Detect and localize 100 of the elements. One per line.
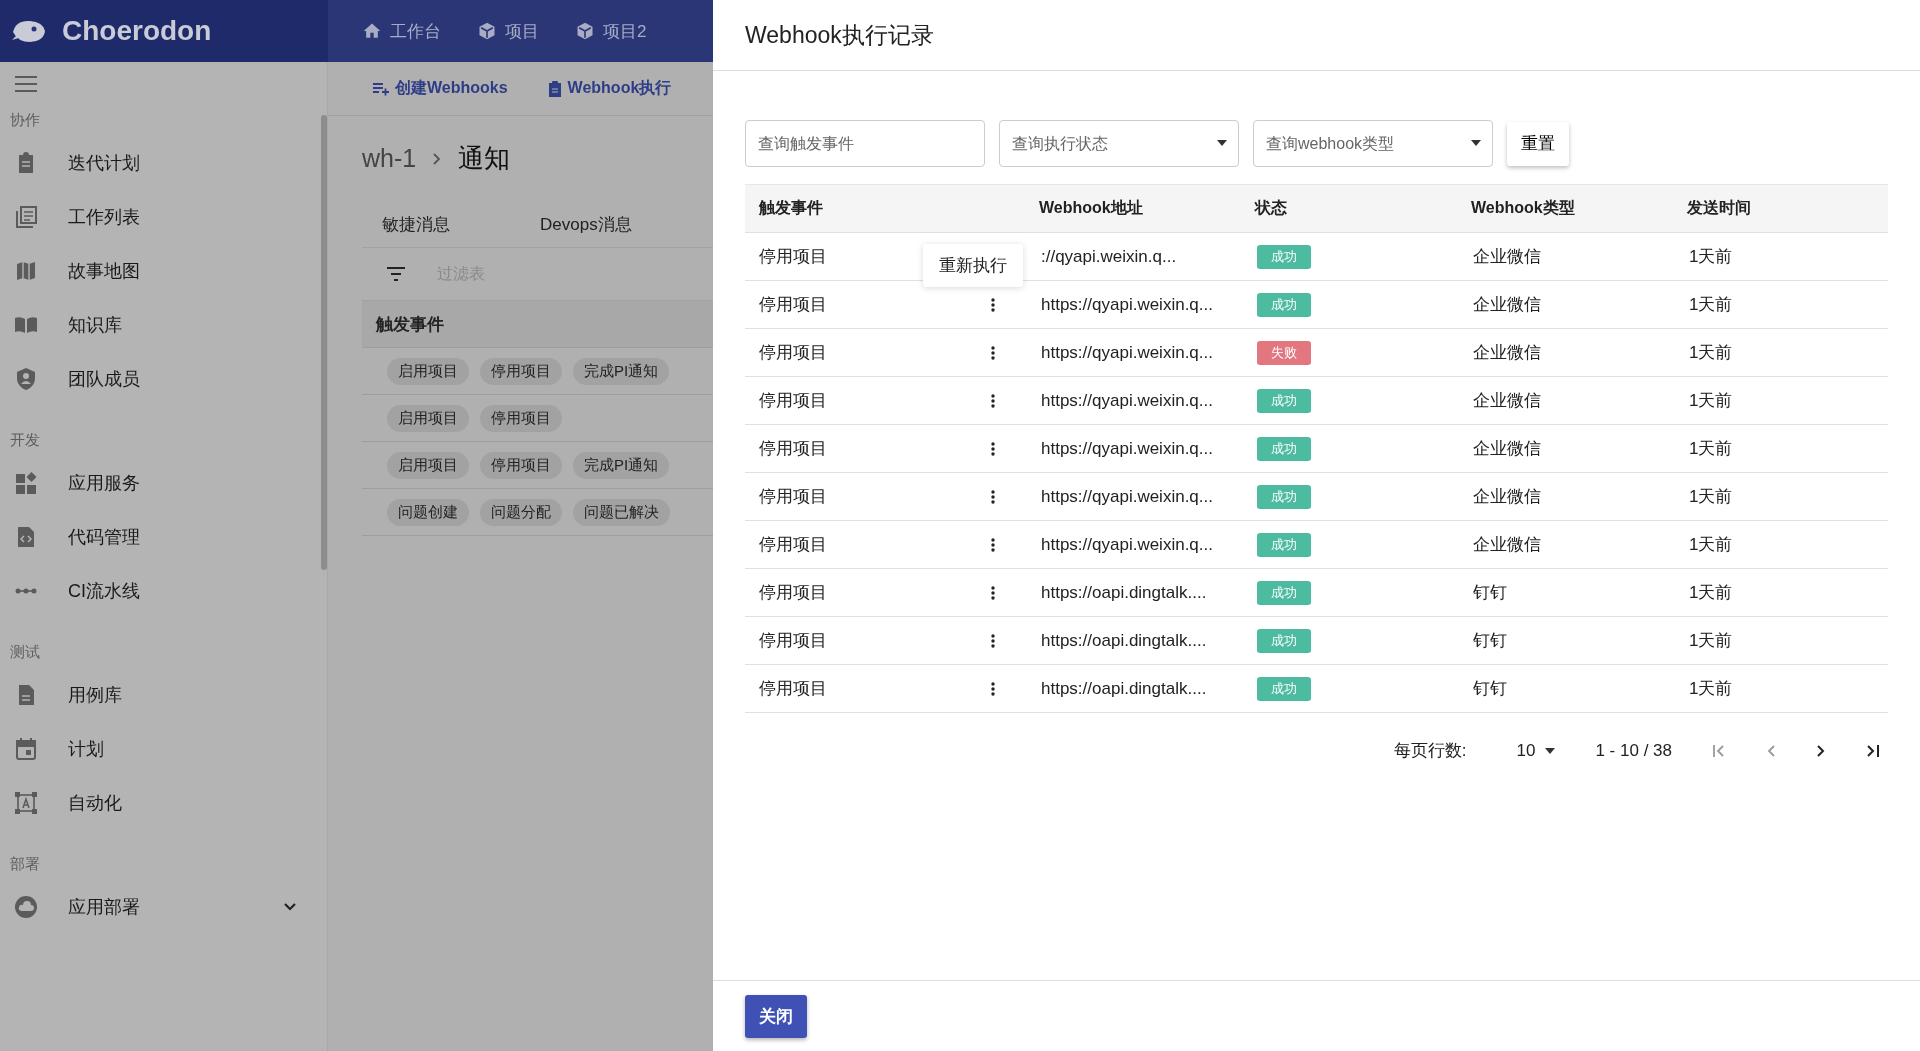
- event-tag: 停用项目: [480, 357, 562, 385]
- table-cell-text: 企业微信: [1473, 486, 1542, 508]
- more-icon[interactable]: [991, 297, 995, 312]
- scrollbar[interactable]: [321, 115, 327, 570]
- nav-tab[interactable]: 项目2: [575, 19, 647, 43]
- table-cell-text: 钉钉: [1473, 630, 1508, 652]
- more-icon[interactable]: [991, 537, 995, 552]
- dropdown-icon[interactable]: [1217, 140, 1227, 146]
- more-icon[interactable]: [991, 681, 995, 696]
- section-title: 开发: [10, 430, 41, 450]
- event-tag: 完成PI通知: [573, 357, 670, 385]
- column-header: 触发事件: [757, 198, 824, 218]
- more-icon[interactable]: [991, 393, 995, 408]
- more-icon[interactable]: [991, 441, 995, 456]
- sidebar-item[interactable]: 知识库: [10, 298, 317, 352]
- event-tag: 问题已解决: [573, 498, 670, 526]
- table-cell-text: 企业微信: [1473, 342, 1542, 364]
- status-badge: 成功: [1257, 532, 1311, 557]
- sidebar-item[interactable]: 应用服务: [10, 456, 317, 510]
- table-cell-text: https://oapi.dingtalk....: [1041, 582, 1208, 603]
- nav-tab[interactable]: 项目: [477, 19, 539, 43]
- table-cell-text: 1天前: [1689, 390, 1734, 412]
- clipboard-icon: [547, 80, 562, 97]
- status-badge: 成功: [1257, 436, 1311, 461]
- reset-button[interactable]: 重置: [1507, 121, 1569, 166]
- dropdown-icon[interactable]: [1471, 140, 1481, 146]
- last-page-icon[interactable]: [1866, 743, 1880, 758]
- table-cell-text: 企业微信: [1473, 438, 1542, 460]
- table-cell-text: 1天前: [1689, 294, 1734, 316]
- table-cell-text: 1天前: [1689, 342, 1734, 364]
- table-cell-text: 1天前: [1689, 678, 1734, 700]
- table-cell-text: 企业微信: [1473, 390, 1542, 412]
- event-tag: 停用项目: [480, 451, 562, 479]
- table-cell: 停用项目: [759, 439, 827, 458]
- cloud-icon: [14, 895, 38, 919]
- table-cell: 停用项目: [759, 679, 827, 698]
- status-badge: 成功: [1257, 292, 1311, 317]
- app-logo-text: Choerodon: [62, 15, 212, 47]
- chevron-down-icon[interactable]: [283, 902, 297, 912]
- status-badge: 成功: [1257, 676, 1311, 701]
- section-title: 测试: [10, 642, 41, 662]
- status-badge: 成功: [1257, 580, 1311, 605]
- sidebar-item[interactable]: 迭代计划: [10, 136, 317, 190]
- sidebar-item[interactable]: 自动化: [10, 776, 317, 830]
- event-tag: 停用项目: [480, 404, 562, 432]
- close-button[interactable]: 关闭: [745, 994, 807, 1038]
- chevron-right-icon: [432, 151, 443, 166]
- sub-tab[interactable]: 敏捷消息: [382, 212, 450, 236]
- table-cell: 停用项目: [759, 535, 827, 554]
- drawer-title: Webhook执行记录: [745, 20, 934, 50]
- select-field[interactable]: 查询webhook类型: [1253, 120, 1493, 167]
- first-page-icon[interactable]: [1712, 743, 1726, 758]
- filter-icon[interactable]: [387, 267, 405, 281]
- nav-tab[interactable]: 工作台: [362, 19, 441, 43]
- search-field[interactable]: 查询触发事件: [745, 120, 985, 167]
- table-cell: 停用项目: [759, 247, 827, 266]
- next-page-icon[interactable]: [1816, 743, 1826, 758]
- status-badge: 成功: [1257, 484, 1311, 509]
- pipeline-icon: [14, 587, 38, 595]
- more-icon[interactable]: [991, 489, 995, 504]
- sidebar-item[interactable]: 计划: [10, 722, 317, 776]
- status-badge: 成功: [1257, 388, 1311, 413]
- rows-per-page-select[interactable]: 10: [1516, 740, 1556, 761]
- sidebar-item[interactable]: CI流水线: [10, 564, 317, 618]
- table-cell-text: 企业微信: [1473, 246, 1542, 268]
- table-cell-text: https://qyapi.weixin.q...: [1041, 534, 1214, 555]
- select-field[interactable]: 查询执行状态: [999, 120, 1239, 167]
- table-cell: 停用项目: [759, 343, 827, 362]
- table-cell-text: https://oapi.dingtalk....: [1041, 630, 1208, 651]
- sidebar-item[interactable]: 代码管理: [10, 510, 317, 564]
- breadcrumb-link[interactable]: wh-1: [362, 144, 417, 173]
- more-icon[interactable]: [991, 345, 995, 360]
- event-tag: 问题分配: [480, 498, 562, 526]
- context-menu-item[interactable]: 重新执行: [923, 244, 1023, 287]
- table-cell: 停用项目: [759, 631, 827, 650]
- table-cell-text: 1天前: [1689, 534, 1734, 556]
- table-cell-text: https://qyapi.weixin.q...: [1041, 486, 1214, 507]
- sidebar-item[interactable]: 工作列表: [10, 190, 317, 244]
- table-cell-text: https://qyapi.weixin.q...: [1041, 390, 1214, 411]
- column-header: Webhook地址: [1039, 198, 1144, 218]
- cube-icon: [575, 21, 595, 41]
- sub-tab[interactable]: Devops消息: [540, 212, 632, 236]
- column-header: 发送时间: [1687, 198, 1752, 218]
- widgets-icon: [14, 471, 38, 495]
- sidebar-item[interactable]: 故事地图: [10, 244, 317, 298]
- table-cell-text: 企业微信: [1473, 294, 1542, 316]
- column-header: 状态: [1255, 198, 1288, 218]
- table-cell: 停用项目: [759, 295, 827, 314]
- more-icon[interactable]: [991, 585, 995, 600]
- table-cell-text: 1天前: [1689, 246, 1734, 268]
- previous-page-icon[interactable]: [1766, 743, 1776, 758]
- page-tab[interactable]: 创建Webhooks: [373, 78, 508, 99]
- sidebar-item[interactable]: 用例库: [10, 668, 317, 722]
- sidebar-item[interactable]: 应用部署: [10, 880, 317, 934]
- more-icon[interactable]: [991, 633, 995, 648]
- table-cell: 停用项目: [759, 391, 827, 410]
- page-title: 通知: [458, 142, 511, 175]
- menu-icon[interactable]: [15, 76, 37, 92]
- sidebar-item[interactable]: 团队成员: [10, 352, 317, 406]
- page-tab[interactable]: Webhook执行: [547, 78, 672, 99]
